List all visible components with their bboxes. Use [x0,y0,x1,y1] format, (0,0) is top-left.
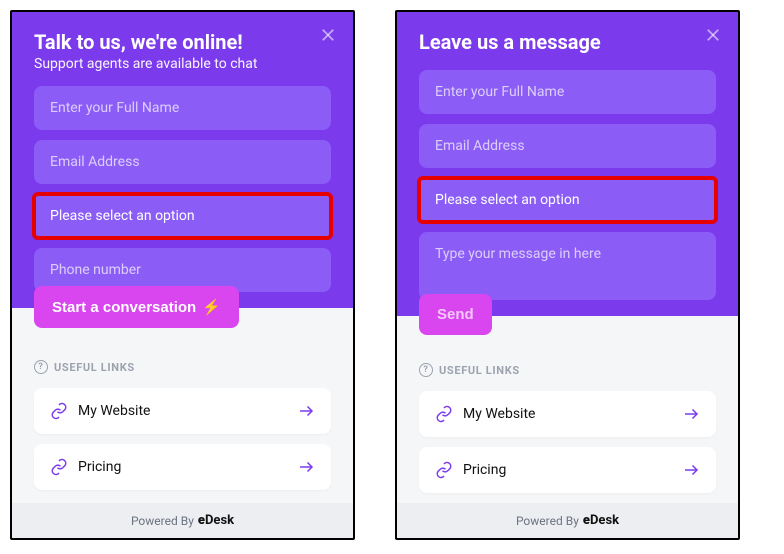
brand-logo: eDesk [583,513,619,528]
question-icon: ? [419,363,433,377]
widget-footer: Powered By eDesk [12,503,353,538]
section-label-text: USEFUL LINKS [54,361,135,374]
useful-links-heading: ? USEFUL LINKS [419,363,716,377]
email-input[interactable] [34,140,331,184]
widget-body: ? USEFUL LINKS My Website Pricing [397,333,738,503]
form-inputs: Please select an option [419,70,716,300]
header-subtitle: Support agents are available to chat [34,56,331,72]
send-button[interactable]: Send [419,294,492,335]
arrow-right-icon [297,458,315,476]
full-name-input[interactable] [419,70,716,114]
link-icon [435,405,453,423]
select-label: Please select an option [435,192,580,208]
section-label-text: USEFUL LINKS [439,364,520,377]
email-input[interactable] [419,124,716,168]
arrow-right-icon [297,402,315,420]
chat-widget-online: Talk to us, we're online! Support agents… [10,10,355,540]
arrow-right-icon [682,405,700,423]
message-textarea[interactable] [419,232,716,300]
widget-header: Talk to us, we're online! Support agents… [12,12,353,308]
powered-by-text: Powered By [131,514,194,528]
link-label: Pricing [463,462,672,478]
question-icon: ? [34,360,48,374]
cta-row: Start a conversation ⚡ [12,286,353,330]
select-label: Please select an option [50,208,195,224]
widget-footer: Powered By eDesk [397,503,738,538]
close-icon[interactable] [319,26,337,44]
header-title: Talk to us, we're online! [34,30,331,54]
start-conversation-button[interactable]: Start a conversation ⚡ [34,286,239,328]
link-label: Pricing [78,459,287,475]
link-icon [435,461,453,479]
arrow-right-icon [682,461,700,479]
widget-body: ? USEFUL LINKS My Website Pricing [12,330,353,503]
link-label: My Website [463,406,672,422]
useful-links-heading: ? USEFUL LINKS [34,360,331,374]
widget-header: Leave us a message Please select an opti… [397,12,738,316]
link-pricing[interactable]: Pricing [419,447,716,493]
cta-label: Start a conversation [52,299,196,316]
chat-widget-offline: Leave us a message Please select an opti… [395,10,740,540]
powered-by-text: Powered By [516,514,579,528]
header-title: Leave us a message [419,30,716,54]
link-pricing[interactable]: Pricing [34,444,331,490]
form-inputs: Please select an option [34,86,331,292]
link-my-website[interactable]: My Website [419,391,716,437]
link-icon [50,402,68,420]
link-label: My Website [78,403,287,419]
link-my-website[interactable]: My Website [34,388,331,434]
close-icon[interactable] [704,26,722,44]
link-icon [50,458,68,476]
brand-logo: eDesk [198,513,234,528]
lightning-icon: ⚡ [202,298,221,316]
cta-label: Send [437,306,474,323]
full-name-input[interactable] [34,86,331,130]
option-select[interactable]: Please select an option [34,194,331,238]
option-select[interactable]: Please select an option [419,178,716,222]
cta-row: Send [397,294,738,333]
